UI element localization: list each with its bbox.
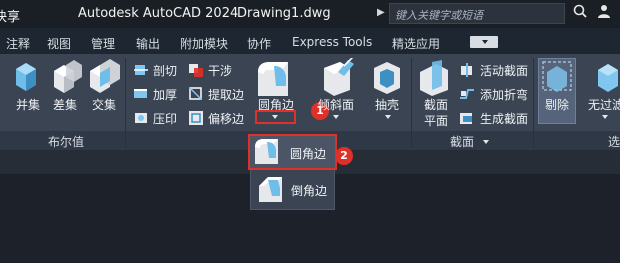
union-button[interactable]: 并集 (16, 96, 40, 113)
live-section-icon (459, 62, 475, 82)
user-icon[interactable] (597, 4, 611, 22)
expand-arrow-icon[interactable]: ▶ (377, 7, 385, 18)
search-icon[interactable] (573, 4, 587, 22)
tab-addins[interactable]: 附加模块 (180, 35, 228, 52)
share-button[interactable]: 快享 (0, 6, 20, 25)
chamfer-edge-icon (256, 174, 286, 208)
tab-express-tools[interactable]: Express Tools (292, 35, 372, 49)
tab-view[interactable]: 视图 (47, 35, 71, 52)
extract-edges-icon (188, 86, 204, 106)
live-section-button[interactable]: 活动截面 (480, 62, 528, 79)
ribbon-tab-bar: 注释 视图 管理 输出 附加模块 协作 Express Tools 精选应用 (0, 28, 620, 54)
section-plane-label-line2[interactable]: 平面 (424, 112, 448, 129)
offset-edges-icon (188, 110, 204, 130)
add-jog-icon (459, 86, 475, 106)
section-panel-title: 截面 (450, 135, 475, 149)
search-input[interactable]: 键入关键字或短语 (389, 3, 565, 24)
offset-edges-button[interactable]: 偏移边 (208, 110, 244, 127)
culling-label: 剔除 (545, 98, 570, 112)
intersect-button[interactable]: 交集 (92, 96, 116, 113)
intersect-icon (88, 59, 122, 97)
taper-faces-icon (318, 55, 356, 100)
tab-manage[interactable]: 管理 (91, 35, 115, 52)
tab-featured-apps[interactable]: 精选应用 (392, 35, 440, 52)
tab-collaborate[interactable]: 协作 (247, 35, 271, 52)
thicken-icon (133, 86, 149, 106)
no-filter-button[interactable]: 无过滤 (588, 96, 620, 113)
dropdown-chamfer-edge-label: 倒角边 (291, 184, 328, 198)
no-filter-dropdown-arrow-icon[interactable] (602, 115, 608, 119)
step-badge-2: 2 (335, 147, 353, 165)
shell-icon (370, 60, 404, 100)
subtract-icon (50, 59, 84, 97)
imprint-icon (133, 110, 149, 130)
panel-separator (125, 58, 126, 148)
thicken-button[interactable]: 加厚 (153, 86, 177, 103)
tab-annotate[interactable]: 注释 (6, 35, 30, 52)
tab-output[interactable]: 输出 (136, 35, 160, 52)
slice-button[interactable]: 剖切 (153, 62, 177, 79)
select-panel-title: 选 (608, 135, 620, 149)
slice-icon (133, 62, 149, 82)
search-placeholder: 键入关键字或短语 (395, 9, 483, 22)
imprint-button[interactable]: 压印 (153, 110, 177, 127)
dropdown-fillet-edge-label: 圆角边 (290, 147, 327, 161)
fillet-split-highlight (255, 110, 296, 124)
taper-faces-dropdown-arrow-icon[interactable] (333, 115, 339, 119)
title-bar: 快享 Autodesk AutoCAD 2024 Drawing1.dwg ▶ … (0, 0, 620, 28)
union-icon (12, 59, 44, 97)
no-filter-icon (594, 60, 620, 98)
dropdown-item-chamfer-edge[interactable]: 倒角边 (251, 171, 334, 209)
add-jog-button[interactable]: 添加折弯 (480, 86, 528, 103)
section-panel-expand-icon[interactable] (483, 140, 489, 144)
app-title: Autodesk AutoCAD 2024 (78, 6, 239, 21)
boolean-panel-title: 布尔值 (48, 135, 85, 149)
document-title: Drawing1.dwg (237, 6, 331, 21)
interfere-icon (188, 62, 204, 82)
generate-section-icon (459, 110, 475, 130)
generate-section-button[interactable]: 生成截面 (480, 110, 528, 127)
fillet-edge-small-icon (252, 136, 282, 170)
shell-button[interactable]: 抽壳 (375, 96, 399, 113)
subtract-button[interactable]: 差集 (53, 96, 77, 113)
minimize-ribbon-button[interactable] (470, 36, 498, 48)
extract-edges-button[interactable]: 提取边 (208, 86, 244, 103)
taper-faces-button[interactable]: 倾斜面 (318, 96, 354, 113)
panel-separator (533, 58, 534, 148)
section-plane-label-line1[interactable]: 截面 (424, 96, 448, 113)
shell-dropdown-arrow-icon[interactable] (385, 115, 391, 119)
section-plane-icon (418, 60, 452, 100)
panel-separator (411, 58, 412, 148)
dropdown-item-fillet-edge[interactable]: 圆角边 (248, 134, 337, 170)
culling-icon (541, 60, 573, 98)
interfere-button[interactable]: 干涉 (208, 62, 232, 79)
